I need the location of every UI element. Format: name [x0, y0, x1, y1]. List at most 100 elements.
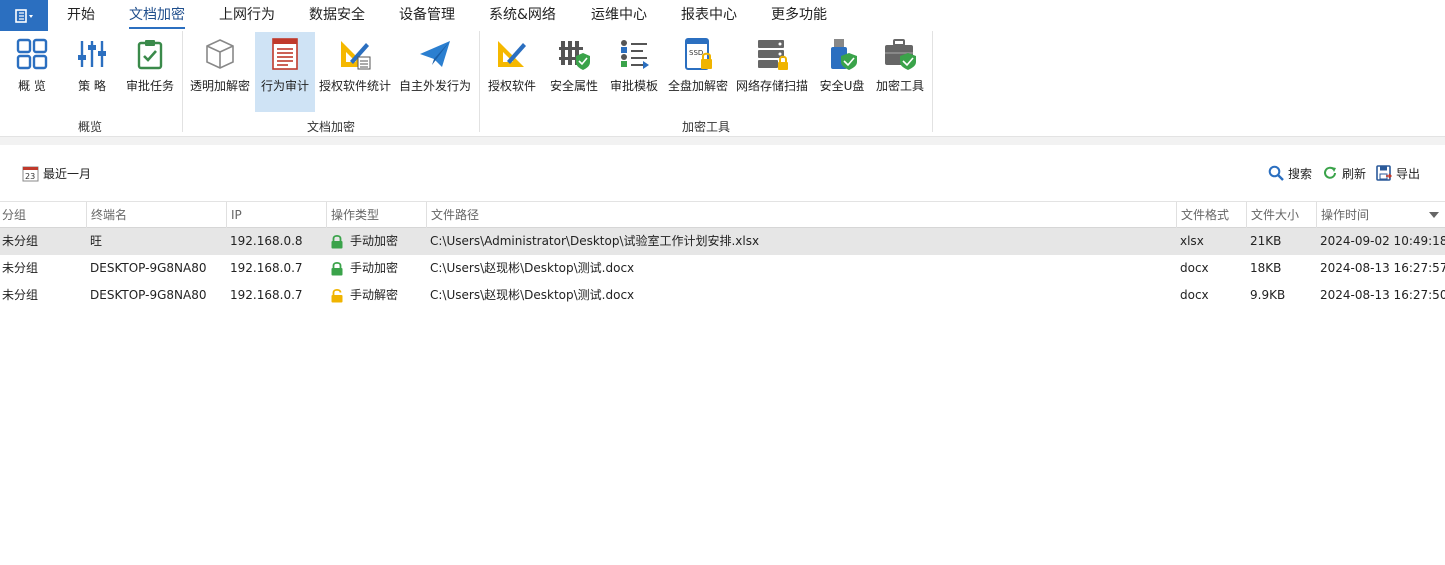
- refresh-icon: [1324, 166, 1336, 179]
- date-range-selector[interactable]: 23 最近一月: [22, 164, 91, 182]
- calendar-icon: 23: [22, 166, 39, 181]
- lock-closed-icon: [331, 234, 343, 249]
- ribbon-group-document-encryption-label: 文档加密: [307, 120, 356, 134]
- column-header-operation-time[interactable]: 操作时间: [1316, 202, 1445, 228]
- column-header-operation-type[interactable]: 操作类型: [326, 202, 426, 228]
- refresh-button[interactable]: 刷新: [1322, 164, 1366, 182]
- encryption-tools-button-label: 加密工具: [875, 79, 924, 93]
- menu-document-encryption[interactable]: 文档加密: [129, 0, 185, 31]
- menu-web-behavior[interactable]: 上网行为: [219, 0, 275, 31]
- ribbon-group-separator: [932, 31, 933, 132]
- approval-template-button[interactable]: 审批模板: [606, 32, 662, 112]
- outgoing-behavior-button[interactable]: 自主外发行为: [397, 32, 473, 112]
- search-button-label: 搜索: [1288, 166, 1313, 181]
- sort-descending-icon[interactable]: [1429, 212, 1439, 218]
- security-attribute-button[interactable]: 安全属性: [546, 32, 602, 112]
- cell-terminal: DESKTOP-9G8NA80: [90, 288, 207, 302]
- cell-operation-type: 手动解密: [326, 282, 398, 309]
- encryption-tools-button[interactable]: 加密工具: [872, 32, 928, 112]
- refresh-button-label: 刷新: [1342, 166, 1367, 181]
- ribbon: 概 览 策 略 审批任务 透明加解密 行为审计 授权软件统计 自主外发行为 授权…: [0, 31, 1445, 137]
- menu-data-security[interactable]: 数据安全: [309, 0, 365, 31]
- cell-file-format: docx: [1180, 261, 1209, 275]
- policy-sliders-icon: [74, 36, 110, 72]
- table-header: 分组 终端名 IP 操作类型 文件路径 文件格式 文件大小 操作时间: [0, 201, 1445, 228]
- full-disk-encryption-button-label: 全盘加解密: [667, 79, 728, 93]
- menu-more-functions[interactable]: 更多功能: [771, 0, 827, 31]
- behavior-audit-button[interactable]: 行为审计: [255, 32, 315, 112]
- overview-grid-icon: [14, 36, 50, 72]
- menu-device-management[interactable]: 设备管理: [399, 0, 455, 31]
- ribbon-group-separator: [479, 31, 480, 132]
- approval-tasks-button[interactable]: 审批任务: [122, 32, 178, 112]
- toolbox-shield-icon: [882, 36, 918, 72]
- column-header-file-path[interactable]: 文件路径: [426, 202, 1176, 228]
- cell-file-size: 9.9KB: [1250, 288, 1286, 302]
- table-row[interactable]: 未分组 旺 192.168.0.8 手动加密 C:\Users\Administ…: [0, 228, 1445, 255]
- cell-group: 未分组: [2, 261, 39, 275]
- approval-clipboard-icon: [132, 36, 168, 72]
- approval-template-button-label: 审批模板: [609, 79, 658, 93]
- cell-ip: 192.168.0.7: [230, 261, 303, 275]
- security-attribute-icon: [556, 36, 592, 72]
- date-range-label: 最近一月: [43, 166, 92, 181]
- app-menu-icon: [15, 8, 33, 23]
- ribbon-divider: [0, 137, 1445, 145]
- column-header-file-format[interactable]: 文件格式: [1176, 202, 1246, 228]
- policy-button[interactable]: 策 略: [68, 32, 116, 112]
- behavior-audit-icon: [267, 36, 303, 72]
- cell-operation-time: 2024-08-13 16:27:50: [1320, 288, 1445, 302]
- ribbon-group-overview-label: 概览: [78, 120, 103, 134]
- network-storage-scan-button[interactable]: 网络存储扫描: [734, 32, 810, 112]
- menu-bar: 开始 文档加密 上网行为 数据安全 设备管理 系统&网络 运维中心 报表中心 更…: [0, 0, 1445, 31]
- outgoing-behavior-button-label: 自主外发行为: [398, 79, 471, 93]
- audit-table: 分组 终端名 IP 操作类型 文件路径 文件格式 文件大小 操作时间 未分组 旺…: [0, 201, 1445, 309]
- table-row[interactable]: 未分组 DESKTOP-9G8NA80 192.168.0.7 手动解密 C:\…: [0, 282, 1445, 309]
- column-header-group[interactable]: 分组: [0, 202, 86, 228]
- authorized-software-button[interactable]: 授权软件: [484, 32, 540, 112]
- authorized-software-stats-button[interactable]: 授权软件统计: [317, 32, 393, 112]
- policy-button-label: 策 略: [78, 79, 106, 93]
- svg-text:23: 23: [25, 172, 35, 181]
- search-button[interactable]: 搜索: [1268, 164, 1312, 182]
- export-button[interactable]: 导出: [1376, 164, 1420, 182]
- secure-usb-button[interactable]: 安全U盘: [814, 32, 870, 112]
- cell-file-format: docx: [1180, 288, 1209, 302]
- table-row[interactable]: 未分组 DESKTOP-9G8NA80 192.168.0.7 手动加密 C:\…: [0, 255, 1445, 282]
- search-icon: [1268, 165, 1284, 181]
- full-disk-encryption-button[interactable]: SSD 全盘加解密: [666, 32, 730, 112]
- network-storage-scan-button-label: 网络存储扫描: [735, 79, 808, 93]
- transparent-encryption-button[interactable]: 透明加解密: [188, 32, 252, 112]
- overview-button[interactable]: 概 览: [8, 32, 56, 112]
- transparent-encryption-button-label: 透明加解密: [189, 79, 250, 93]
- column-header-file-size[interactable]: 文件大小: [1246, 202, 1316, 228]
- security-attribute-button-label: 安全属性: [549, 79, 598, 93]
- cell-operation-type: 手动加密: [326, 255, 398, 282]
- cell-terminal: 旺: [90, 234, 103, 248]
- operation-type-label: 手动加密: [350, 261, 399, 275]
- export-button-label: 导出: [1396, 166, 1421, 181]
- operation-type-label: 手动加密: [350, 234, 399, 248]
- menu-report-center[interactable]: 报表中心: [681, 0, 737, 31]
- app-menu-button[interactable]: [0, 0, 48, 31]
- column-header-terminal[interactable]: 终端名: [86, 202, 226, 228]
- column-header-ip[interactable]: IP: [226, 202, 326, 228]
- cell-file-size: 18KB: [1250, 261, 1282, 275]
- column-header-operation-time-label: 操作时间: [1321, 208, 1370, 222]
- paper-plane-icon: [417, 36, 453, 72]
- lock-closed-icon: [331, 261, 343, 276]
- network-storage-icon: [754, 36, 790, 72]
- approval-template-icon: [616, 36, 652, 72]
- usb-shield-icon: [824, 36, 860, 72]
- authorized-software-stats-button-label: 授权软件统计: [318, 79, 391, 93]
- menu-start[interactable]: 开始: [67, 0, 95, 31]
- cell-group: 未分组: [2, 288, 39, 302]
- menu-system-network[interactable]: 系统&网络: [489, 0, 556, 31]
- ribbon-group-encryption-tools-label: 加密工具: [682, 120, 731, 134]
- cell-file-size: 21KB: [1250, 234, 1282, 248]
- cell-terminal: DESKTOP-9G8NA80: [90, 261, 207, 275]
- cell-file-path: C:\Users\Administrator\Desktop\试验室工作计划安排…: [430, 234, 760, 248]
- menu-ops-center[interactable]: 运维中心: [591, 0, 647, 31]
- operation-type-label: 手动解密: [350, 288, 399, 302]
- cell-ip: 192.168.0.7: [230, 288, 303, 302]
